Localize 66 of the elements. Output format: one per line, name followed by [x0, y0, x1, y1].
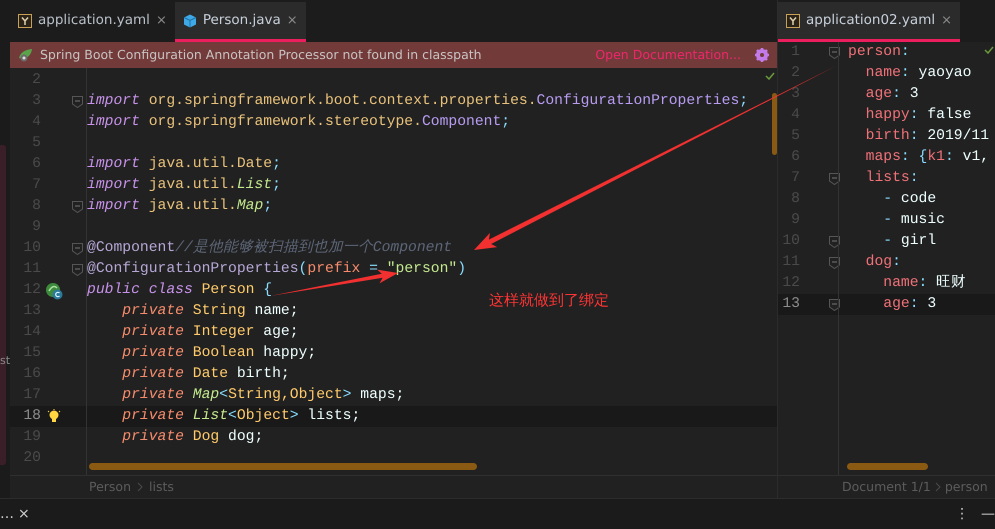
code-line: age: 3 [864, 85, 919, 104]
code-line: private Boolean happy; [121, 344, 316, 363]
more-menu-button[interactable]: ⋮ [955, 504, 969, 524]
code-line: import java.util.List; [87, 176, 281, 195]
leaf-gear-icon [18, 48, 34, 62]
ellipsis-text: … [0, 504, 14, 524]
close-button[interactable]: × [18, 504, 30, 524]
side-panel-text: st [0, 355, 10, 366]
bean-icon [45, 282, 63, 300]
settings-icon[interactable] [755, 48, 769, 62]
close-tab-button[interactable]: × [286, 10, 298, 30]
chevron-icon [934, 482, 941, 492]
code-line: @Component//是他能够被扫描到也加一个Component [87, 238, 452, 258]
code-line: private List<Object> lists; [121, 407, 360, 426]
fold-icon[interactable] [72, 96, 82, 108]
fold-icon[interactable] [72, 242, 82, 254]
code-line: birth: 2019/11 [864, 127, 990, 146]
cube-icon [182, 14, 197, 28]
close-tab-button[interactable]: × [941, 10, 952, 30]
line-number: 13 [781, 295, 800, 314]
scrollbar-thumb[interactable] [89, 463, 477, 470]
code-line: lists: [864, 169, 919, 188]
code-line: import org.springframework.boot.context.properties.ConfigurationProperties; [87, 92, 748, 111]
code-line: maps: {k1: v1, [864, 148, 990, 167]
code-line: - code [882, 190, 936, 209]
editor-tab[interactable]: Person.java × [174, 2, 306, 42]
editor-tab[interactable]: application02.yaml × [778, 2, 960, 42]
minimize-button[interactable]: — [981, 504, 995, 524]
fold-icon[interactable] [828, 236, 840, 248]
editor-tab[interactable]: application.yaml × [10, 2, 175, 42]
fold-icon[interactable] [72, 200, 82, 212]
code-line: @ConfigurationProperties(prefix = "person") [87, 260, 466, 279]
fold-icon[interactable] [72, 264, 82, 276]
yaml-file-icon [786, 14, 800, 28]
code-line: person: [848, 43, 910, 62]
code-line: name: 旺财 [882, 273, 966, 293]
close-tab-button[interactable]: × [156, 10, 167, 30]
code-line: private Date birth; [121, 365, 290, 384]
check-icon [984, 46, 994, 54]
code-line: - girl [882, 232, 936, 251]
code-line: import java.util.Map; [87, 197, 272, 216]
chevron-icon [137, 482, 144, 492]
fold-icon[interactable] [828, 256, 840, 268]
line-number: 18 [22, 407, 41, 426]
banner-message: Spring Boot Configuration Annotation Processor not found in classpath [40, 46, 482, 64]
code-line: import org.springframework.stereotype.Component; [87, 113, 510, 132]
scrollbar-thumb[interactable] [772, 93, 777, 155]
fold-icon[interactable] [828, 172, 840, 184]
code-line: age: 3 [882, 295, 936, 314]
check-icon [765, 72, 775, 80]
code-line: import java.util.Date; [87, 155, 281, 174]
code-line: private Dog dog; [121, 428, 264, 447]
code-line: dog: [864, 253, 901, 272]
code-line: private Integer age; [121, 323, 299, 342]
code-line: private String name; [121, 302, 299, 321]
code-line: public class Person { [87, 281, 272, 300]
code-line: name: yaoyao [864, 64, 972, 83]
code-line: happy: false [864, 106, 972, 125]
annotation-text: 这样就做到了绑定 [489, 290, 609, 311]
scrollbar-thumb[interactable] [847, 463, 928, 470]
code-line: - music [882, 211, 945, 230]
lightbulb-icon[interactable] [47, 408, 61, 424]
fold-icon[interactable] [828, 46, 840, 58]
yaml-file-icon [18, 14, 32, 28]
fold-icon[interactable] [828, 298, 840, 310]
code-line: private Map<String,Object> maps; [121, 386, 404, 405]
